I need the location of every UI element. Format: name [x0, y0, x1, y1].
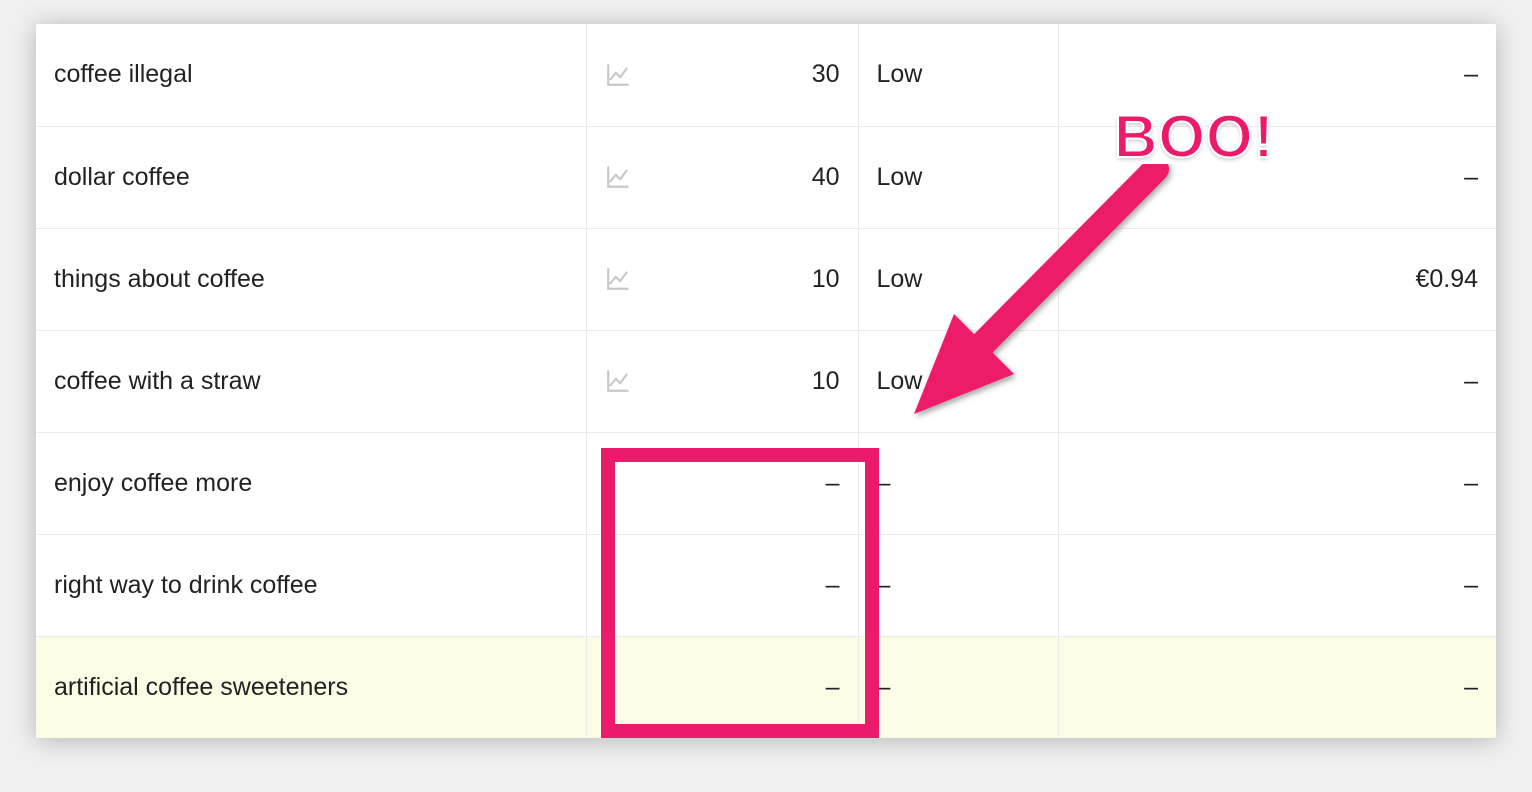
bid-value: – [1464, 163, 1478, 191]
table-row[interactable]: right way to drink coffee – – – [36, 534, 1496, 636]
volume-value: – [826, 673, 840, 702]
table-row[interactable]: enjoy coffee more – – – [36, 432, 1496, 534]
volume-value: – [826, 469, 840, 498]
trend-chart-icon [605, 674, 631, 700]
table-row[interactable]: coffee with a straw 10 Low – [36, 330, 1496, 432]
keyword-text: right way to drink coffee [54, 571, 318, 599]
volume-value: – [826, 571, 840, 600]
trend-chart-icon[interactable] [605, 164, 631, 190]
volume-value: 10 [812, 265, 840, 294]
bid-value: – [1464, 469, 1478, 497]
volume-value: 10 [812, 367, 840, 396]
keyword-table: coffee illegal 30 Low – dollar coffee 40 Low – t… [36, 24, 1496, 738]
bid-value: – [1464, 367, 1478, 395]
trend-chart-icon [605, 470, 631, 496]
table-row[interactable]: artificial coffee sweeteners – – – [36, 636, 1496, 738]
bid-value: €0.94 [1415, 265, 1478, 293]
keyword-text: coffee with a straw [54, 367, 261, 395]
trend-chart-icon[interactable] [605, 368, 631, 394]
keyword-table-panel: coffee illegal 30 Low – dollar coffee 40 Low – t… [36, 24, 1496, 738]
keyword-text: coffee illegal [54, 60, 193, 88]
competition-value: – [877, 469, 891, 497]
competition-value: Low [877, 60, 923, 88]
table-row[interactable]: things about coffee 10 Low €0.94 [36, 228, 1496, 330]
competition-value: Low [877, 265, 923, 293]
competition-value: – [877, 673, 891, 701]
competition-value: Low [877, 163, 923, 191]
volume-value: 40 [812, 163, 840, 192]
table-row[interactable]: dollar coffee 40 Low – [36, 126, 1496, 228]
keyword-text: things about coffee [54, 265, 265, 293]
trend-chart-icon [605, 572, 631, 598]
table-row[interactable]: coffee illegal 30 Low – [36, 24, 1496, 126]
bid-value: – [1464, 571, 1478, 599]
bid-value: – [1464, 60, 1478, 88]
competition-value: – [877, 571, 891, 599]
keyword-text: artificial coffee sweeteners [54, 673, 348, 701]
competition-value: Low [877, 367, 923, 395]
keyword-text: dollar coffee [54, 163, 190, 191]
trend-chart-icon[interactable] [605, 62, 631, 88]
trend-chart-icon[interactable] [605, 266, 631, 292]
bid-value: – [1464, 673, 1478, 701]
volume-value: 30 [812, 60, 840, 89]
keyword-text: enjoy coffee more [54, 469, 252, 497]
